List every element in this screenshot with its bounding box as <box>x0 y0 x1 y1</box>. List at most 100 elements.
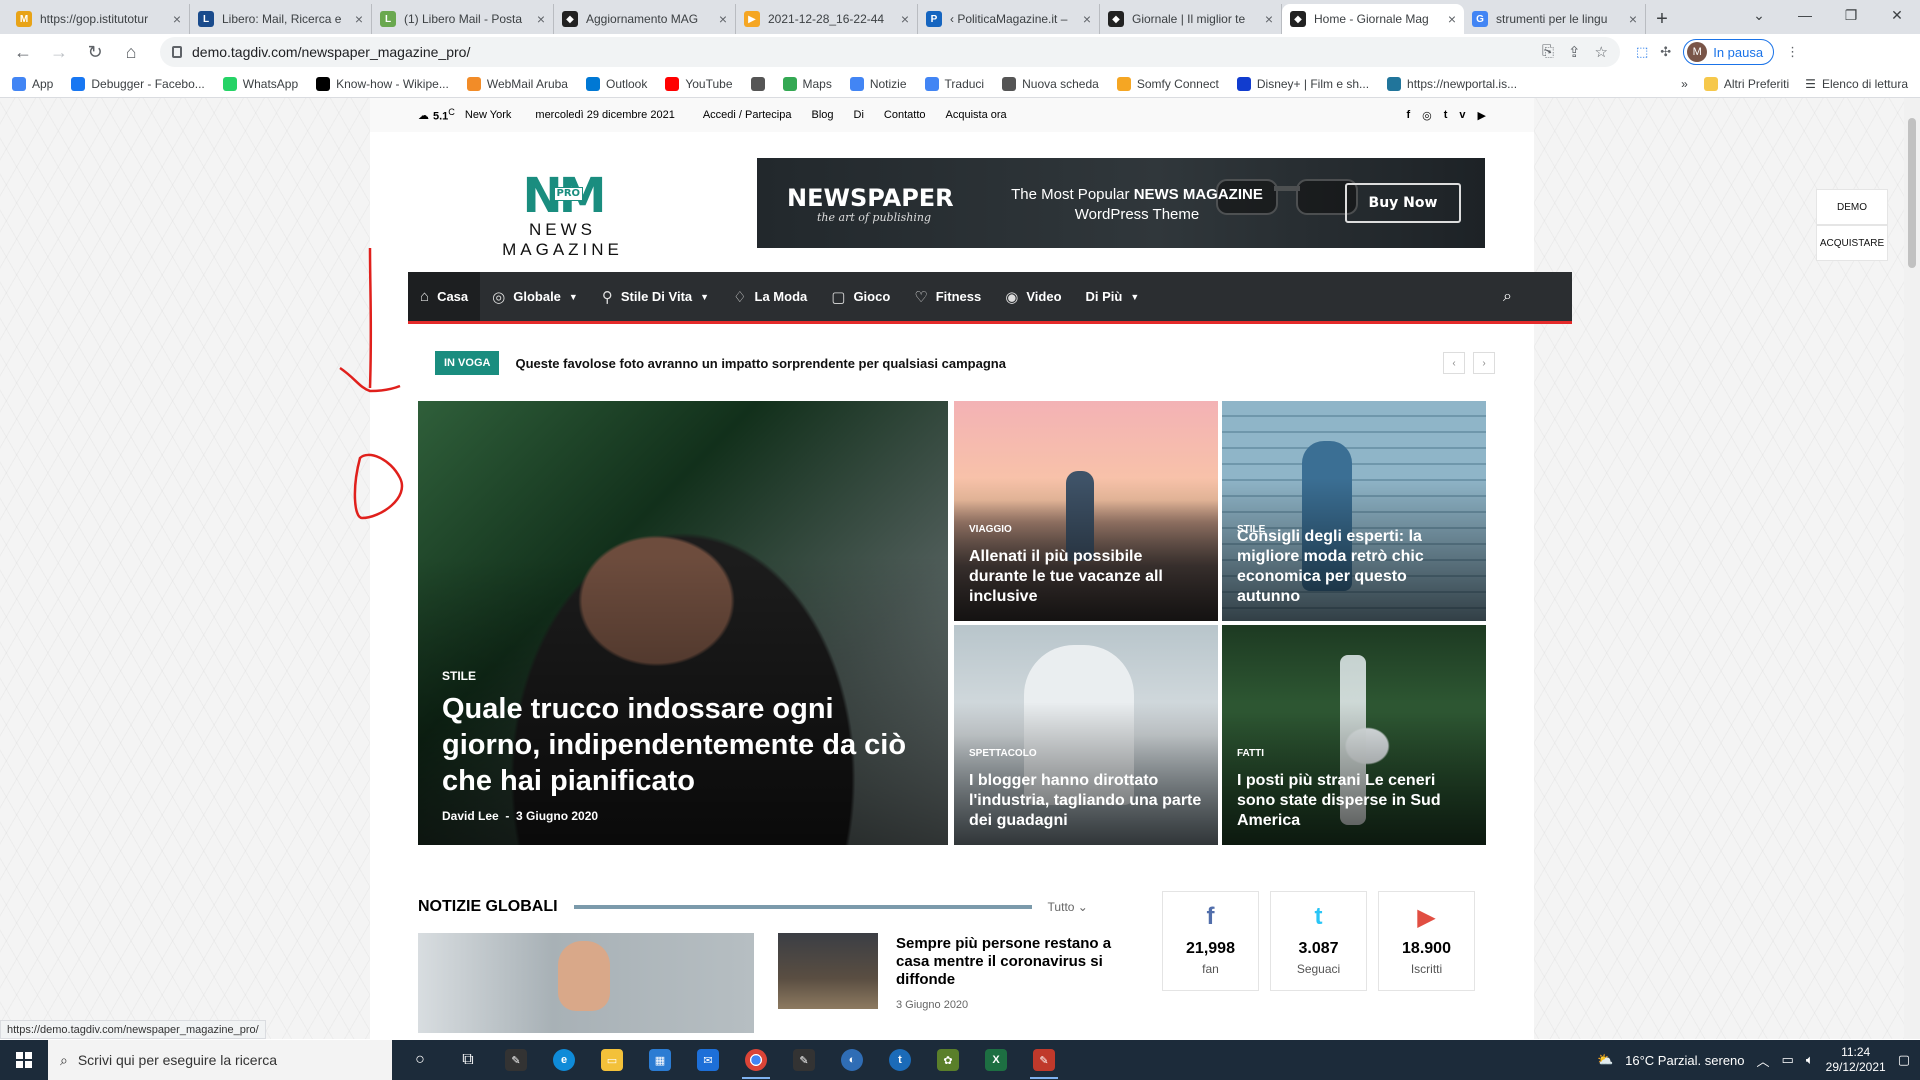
bookmark-item[interactable]: Debugger - Facebo... <box>71 76 205 91</box>
volume-icon[interactable]: 🔈︎ <box>1806 1052 1814 1068</box>
topbar-social-icon[interactable]: ◎ <box>1422 109 1432 122</box>
topbar-social-icon[interactable]: f <box>1406 109 1410 122</box>
card-title[interactable]: I posti più strani Le ceneri sono state … <box>1237 771 1472 831</box>
browser-tab[interactable]: L Libero: Mail, Ricerca e × <box>190 4 372 34</box>
reading-list[interactable]: ☰ Elenco di lettura <box>1805 77 1908 91</box>
forward-button[interactable]: → <box>44 37 74 67</box>
browser-tab[interactable]: ◆ Home - Giornale Mag × <box>1282 4 1464 34</box>
browser-tab[interactable]: Mhttps://gop.istitutotur × <box>8 4 190 34</box>
clock[interactable]: 11:24 29/12/2021 <box>1826 1045 1886 1075</box>
page-scrollbar[interactable] <box>1904 98 1920 1039</box>
app-icon[interactable]: t <box>880 1040 920 1080</box>
browser-tab[interactable]: L (1) Libero Mail - Posta × <box>372 4 554 34</box>
bookmark-item[interactable]: Know-how - Wikipe... <box>316 76 449 91</box>
address-bar[interactable]: demo.tagdiv.com/newspaper_magazine_pro/ … <box>160 37 1620 67</box>
browser-tab[interactable]: P ‹ PoliticaMagazine.it – × <box>918 4 1100 34</box>
article-thumbnail-small[interactable] <box>778 933 878 1009</box>
app-icon[interactable]: ✿ <box>928 1040 968 1080</box>
tab-close-icon[interactable]: × <box>537 11 545 27</box>
app-icon[interactable]: ◐ <box>832 1040 872 1080</box>
file-explorer-icon[interactable]: ▭ <box>592 1040 632 1080</box>
task-view-icon[interactable]: ⧉ <box>448 1040 488 1080</box>
featured-small-card[interactable]: FATTI I posti più strani Le ceneri sono … <box>1222 625 1486 845</box>
weather-icon[interactable]: ⛅ <box>1597 1052 1613 1068</box>
app-icon[interactable]: ✎ <box>1024 1040 1064 1080</box>
bookmark-item[interactable]: Nuova scheda <box>1002 76 1099 91</box>
bookmark-item[interactable] <box>750 76 765 91</box>
bookmark-item[interactable]: App <box>12 76 53 91</box>
bookmark-item[interactable]: Outlook <box>585 76 647 91</box>
featured-small-card[interactable]: SPETTACOLO I blogger hanno dirottato l'i… <box>954 625 1218 845</box>
edge-icon[interactable]: e <box>544 1040 584 1080</box>
browser-tab[interactable]: ◆ Giornale | Il miglior te × <box>1100 4 1282 34</box>
restore-button[interactable]: ❐ <box>1828 0 1874 30</box>
card-category[interactable]: VIAGGIO <box>969 524 1012 535</box>
nav-item[interactable]: Di Più ▼ <box>1074 272 1152 321</box>
ticker-prev-button[interactable]: ‹ <box>1443 352 1465 374</box>
translate-extension-icon[interactable]: ⬚ <box>1636 44 1648 60</box>
reload-button[interactable]: ↻ <box>80 37 110 67</box>
tab-close-icon[interactable]: × <box>1448 11 1456 27</box>
social-counter-box[interactable]: ▶ 18.900 Iscritti <box>1378 891 1475 991</box>
site-logo[interactable]: NM PRO NEWS MAGAZINE <box>465 172 660 260</box>
nav-item[interactable]: ◉ Video <box>993 272 1073 321</box>
section-filter-dropdown[interactable]: Tutto ⌄ <box>1048 900 1088 914</box>
buy-now-button[interactable]: Buy Now <box>1345 183 1461 223</box>
network-icon[interactable]: ▭ <box>1782 1052 1794 1068</box>
extensions-puzzle-icon[interactable]: ✣ <box>1660 44 1671 60</box>
featured-small-card[interactable]: STILE Consigli degli esperti: la miglior… <box>1222 401 1486 621</box>
menu-kebab-icon[interactable]: ⋮ <box>1786 44 1799 60</box>
browser-tab[interactable]: ◆ Aggiornamento MAG × <box>554 4 736 34</box>
chevron-up-icon[interactable]: ︿ <box>1757 1051 1770 1070</box>
header-ad-banner[interactable]: NEWSPAPER the art of publishing The Most… <box>757 158 1485 248</box>
bookmark-star-icon[interactable]: ☆ <box>1595 43 1608 61</box>
search-icon[interactable]: ⌕ <box>1503 288 1512 306</box>
tab-close-icon[interactable]: × <box>901 11 909 27</box>
back-button[interactable]: ← <box>8 37 38 67</box>
nav-item[interactable]: ⌂ Casa <box>408 272 481 321</box>
tab-close-icon[interactable]: × <box>719 11 727 27</box>
app-icon[interactable]: ✎ <box>784 1040 824 1080</box>
article-thumbnail[interactable] <box>418 933 754 1033</box>
topbar-link[interactable]: Contatto <box>884 109 926 121</box>
chrome-icon[interactable] <box>736 1040 776 1080</box>
nav-item[interactable]: ♡ Fitness <box>902 272 993 321</box>
topbar-link[interactable]: Acquista ora <box>946 109 1007 121</box>
demo-button[interactable]: DEMO <box>1816 189 1888 225</box>
card-title[interactable]: Allenati il più possibile durante le tue… <box>969 547 1204 607</box>
start-button[interactable] <box>0 1040 48 1080</box>
social-counter-box[interactable]: f 21,998 fan <box>1162 891 1259 991</box>
tab-close-icon[interactable]: × <box>1629 11 1637 27</box>
bookmark-item[interactable]: Disney+ | Film e sh... <box>1236 76 1369 91</box>
mail-icon[interactable]: ✉ <box>688 1040 728 1080</box>
app-icon[interactable]: ✎ <box>496 1040 536 1080</box>
tab-close-icon[interactable]: × <box>355 11 363 27</box>
trending-headline[interactable]: Queste favolose foto avranno un impatto … <box>515 356 1006 371</box>
store-icon[interactable]: ▦ <box>640 1040 680 1080</box>
buy-side-button[interactable]: ACQUISTARE <box>1816 225 1888 261</box>
tab-close-icon[interactable]: × <box>173 11 181 27</box>
browser-tab[interactable]: Gstrumenti per le lingu × <box>1464 4 1646 34</box>
minimize-button[interactable]: — <box>1782 0 1828 30</box>
home-button[interactable]: ⌂ <box>116 37 146 67</box>
social-counter-box[interactable]: t 3.087 Seguaci <box>1270 891 1367 991</box>
tab-close-icon[interactable]: × <box>1083 11 1091 27</box>
nav-item[interactable]: ◎ Globale ▼ <box>480 272 590 321</box>
new-tab-button[interactable]: + <box>1646 4 1678 34</box>
nav-item[interactable]: ⚲ Stile Di Vita ▼ <box>590 272 721 321</box>
notifications-icon[interactable]: ▢ <box>1898 1052 1910 1068</box>
taskbar-search[interactable]: ⌕ Scrivi qui per eseguire la ricerca <box>48 1040 392 1080</box>
url-text[interactable]: demo.tagdiv.com/newspaper_magazine_pro/ <box>192 44 470 60</box>
article-title[interactable]: Sempre più persone restano a casa mentre… <box>896 935 1116 989</box>
bookmark-item[interactable]: WhatsApp <box>222 76 298 91</box>
bookmark-item[interactable]: https://newportal.is... <box>1387 76 1517 91</box>
topbar-social-icon[interactable]: t <box>1444 109 1448 122</box>
close-window-button[interactable]: ✕ <box>1874 0 1920 30</box>
card-title[interactable]: Consigli degli esperti: la migliore moda… <box>1237 527 1472 607</box>
card-category[interactable]: SPETTACOLO <box>969 748 1037 759</box>
bookmark-item[interactable]: Maps <box>782 76 832 91</box>
cortana-icon[interactable]: ○ <box>400 1040 440 1080</box>
taskbar-weather[interactable]: 16°C Parzial. sereno <box>1625 1053 1744 1068</box>
translate-icon[interactable]: ⎘ <box>1542 43 1554 61</box>
topbar-link[interactable]: Blog <box>811 109 833 121</box>
